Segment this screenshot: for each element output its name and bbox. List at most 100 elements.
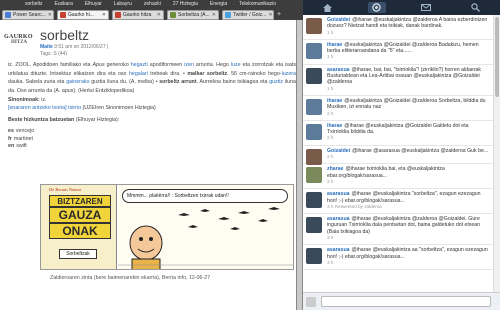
tweet[interactable]: Goizaldei @iharae @asarasua @euskaljakint… bbox=[303, 146, 493, 165]
tweet-author[interactable]: zharae bbox=[327, 166, 343, 172]
tweet-time[interactable]: 3 h bbox=[327, 260, 333, 265]
bookmark-item[interactable]: 27 Hiztegia bbox=[168, 0, 203, 9]
tweet-text: @iharae @euskaljakintza aa "sorbeltza", … bbox=[327, 247, 488, 260]
comic-series-title: De Rerum Natura bbox=[49, 187, 81, 192]
tweet[interactable]: iharae @euskaljakintza @Goizaldei @zalder… bbox=[303, 96, 493, 121]
close-icon[interactable]: ✕ bbox=[102, 12, 106, 18]
tweet-scrollbar[interactable] bbox=[493, 15, 500, 292]
close-icon[interactable]: ✕ bbox=[212, 12, 216, 18]
tweet-time[interactable]: 2 h bbox=[327, 135, 333, 140]
tweet-time[interactable]: 3 h bbox=[327, 204, 333, 209]
bookmark-item[interactable]: Labayru bbox=[109, 0, 137, 9]
tweet-time[interactable]: 1 h bbox=[327, 30, 333, 35]
new-tab-button[interactable]: + bbox=[277, 10, 281, 19]
tab-label: Gaurko hi... bbox=[68, 12, 94, 18]
tweet-text: @iharae @euskaljakintza @Goizaldei Galde… bbox=[327, 122, 469, 136]
retweet-note: Retweeted by zalderoa bbox=[334, 203, 382, 209]
tweet-author[interactable]: asarasua bbox=[327, 191, 350, 197]
browser-tab[interactable]: Sorbeltza (A... ✕ bbox=[167, 10, 219, 20]
tweet[interactable]: asarasua @iharae @euskaljakintza @zaldero… bbox=[303, 214, 493, 246]
avatar[interactable] bbox=[306, 192, 322, 209]
text: malkar sorbeltz bbox=[187, 70, 228, 77]
tweet[interactable]: iharae @euskaljakintza @Goizaldei @zalder… bbox=[303, 40, 493, 65]
tweet-author[interactable]: asarasua bbox=[327, 67, 350, 73]
avatar[interactable] bbox=[306, 167, 322, 184]
translation-row: es vencejo bbox=[8, 128, 34, 136]
tweet-text: @iharae txirrioklia bai, eta @euskaljaki… bbox=[327, 166, 445, 179]
tweet-author[interactable]: Goizaldei bbox=[327, 17, 350, 23]
synonym-link[interactable]: [enararen antzeko txoria] bbox=[8, 105, 67, 111]
bookmark-item[interactable]: Elhuyar bbox=[80, 0, 107, 9]
tweet[interactable]: asarasua @iharae @euskaljakintza aa "sorb… bbox=[303, 245, 493, 271]
mail-icon[interactable] bbox=[417, 2, 435, 13]
tweet-author[interactable]: Goizaldei bbox=[327, 148, 350, 154]
bookmark-item[interactable]: Euskara bbox=[50, 0, 78, 9]
tweet-time[interactable]: 2 h bbox=[327, 179, 333, 184]
tweet-time[interactable]: 1 h bbox=[327, 54, 333, 59]
glossary-link[interactable]: guztiz bbox=[269, 79, 283, 85]
panel-splitter[interactable] bbox=[296, 20, 303, 310]
avatar[interactable] bbox=[306, 123, 322, 140]
site-logo[interactable]: GAURKO HITZA bbox=[4, 34, 34, 46]
browser-tab[interactable]: Gaurko hitza ✕ bbox=[112, 10, 164, 20]
tweet-author[interactable]: asarasua bbox=[327, 216, 350, 222]
tweet-author[interactable]: iharae bbox=[327, 42, 342, 48]
text: apodiformeen bbox=[147, 62, 185, 68]
favicon-icon bbox=[115, 12, 121, 18]
home-icon[interactable] bbox=[319, 2, 337, 13]
tweet[interactable]: asarasua @iharae, bai, bai, "txirrioklia"… bbox=[303, 65, 493, 96]
search-icon[interactable] bbox=[466, 2, 484, 13]
tweet-author[interactable]: iharae bbox=[327, 98, 342, 104]
tweet[interactable]: asarasua @iharae @euskaljakintza "sorbelt… bbox=[303, 189, 493, 215]
close-icon[interactable]: ✕ bbox=[157, 12, 161, 18]
avatar[interactable] bbox=[306, 18, 322, 34]
avatar[interactable] bbox=[306, 98, 322, 115]
bookmark-item[interactable]: sorbeltz bbox=[20, 0, 48, 9]
avatar[interactable] bbox=[306, 148, 322, 165]
avatar[interactable] bbox=[306, 67, 322, 84]
glossary-link[interactable]: hegazti bbox=[131, 62, 148, 68]
bookmark-item[interactable]: Energia bbox=[205, 0, 232, 9]
tweet-time[interactable]: 3 h bbox=[327, 235, 333, 240]
close-icon[interactable]: ✕ bbox=[268, 12, 272, 18]
logo-line: HITZA bbox=[10, 40, 28, 45]
avatar[interactable] bbox=[306, 42, 322, 59]
twitter-nav bbox=[303, 0, 500, 15]
tweet[interactable]: zharae @iharae txirrioklia bai, eta @eusk… bbox=[303, 164, 493, 190]
synonym-link[interactable]: txirrio bbox=[68, 105, 81, 111]
user-avatar[interactable] bbox=[306, 297, 316, 307]
tweet-author[interactable]: asarasua bbox=[327, 247, 350, 253]
scrollbar-thumb[interactable] bbox=[495, 17, 499, 97]
tweet-author[interactable]: iharae bbox=[327, 123, 342, 129]
tweet-list: Goizaldei @iharae @euskaljakintza @zalder… bbox=[303, 15, 493, 292]
glossary-link[interactable]: luzera bbox=[282, 71, 296, 77]
tweet[interactable]: iharae @iharae @euskaljakintza @Goizaldei… bbox=[303, 121, 493, 146]
glossary-link[interactable]: luze bbox=[231, 62, 241, 68]
translation-word: martinet bbox=[13, 135, 33, 142]
avatar[interactable] bbox=[306, 217, 322, 234]
glossary-link[interactable]: izen bbox=[184, 62, 194, 68]
tweet[interactable]: Goizaldei @iharae @euskaljakintza @zalder… bbox=[303, 15, 493, 40]
text: trebeak dira. • bbox=[147, 70, 188, 77]
comic-tag: Sorbeltzak bbox=[59, 249, 97, 259]
browser-tab[interactable]: Gaurko hi... ✕ bbox=[57, 10, 109, 20]
tweet-time[interactable]: 2 h bbox=[327, 154, 333, 159]
glossary-link[interactable]: gainerako bbox=[66, 79, 89, 85]
twitter-sidebar: Goizaldei @iharae @euskaljakintza @zalder… bbox=[303, 0, 500, 310]
tweet-time[interactable]: 2 h bbox=[327, 111, 333, 116]
bookmark-item[interactable]: zehazki bbox=[139, 0, 166, 9]
lang-code: fr bbox=[8, 135, 12, 142]
author-link[interactable]: Maite bbox=[40, 44, 53, 50]
bookmark-item[interactable]: Telekomunikazio bbox=[234, 0, 281, 9]
post-tags[interactable]: Tags: S (44) bbox=[40, 51, 67, 57]
browser-tab[interactable]: Twitter / Goiz... ✕ bbox=[222, 10, 274, 20]
glossary-link[interactable]: hegalari bbox=[129, 71, 148, 77]
avatar[interactable] bbox=[306, 248, 322, 265]
mention-icon[interactable] bbox=[367, 2, 386, 13]
close-icon[interactable]: ✕ bbox=[48, 12, 52, 18]
comic-strip-image[interactable]: De Rerum Natura BIZTZAREN GAUZA ONAK Sor… bbox=[40, 184, 294, 270]
browser-tab[interactable]: Power Searc... ✕ bbox=[2, 10, 54, 20]
page-title: sorbeltz bbox=[40, 27, 90, 43]
tweet-time[interactable]: 1 h bbox=[327, 86, 333, 91]
compose-input[interactable] bbox=[321, 296, 491, 307]
